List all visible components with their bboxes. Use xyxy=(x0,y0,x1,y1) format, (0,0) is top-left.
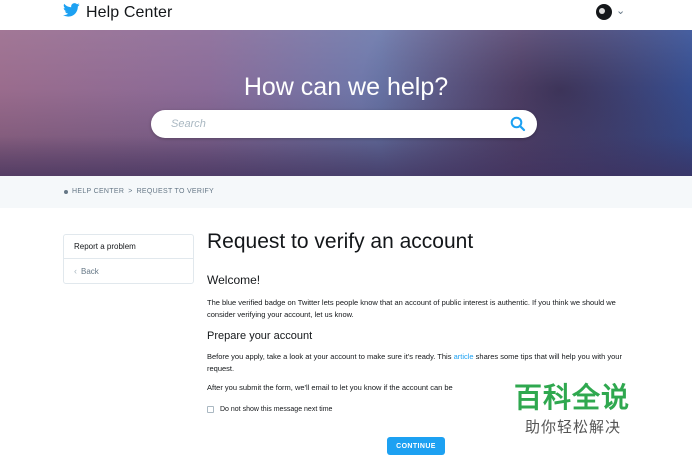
article-link[interactable]: article xyxy=(454,352,474,361)
hero-photo-bottom xyxy=(0,136,692,176)
globe-icon[interactable] xyxy=(596,4,612,20)
prepare-heading: Prepare your account xyxy=(207,330,313,342)
breadcrumb-bar: HELP CENTER > REQUEST TO VERIFY xyxy=(0,176,692,208)
chevron-left-icon: ‹ xyxy=(74,266,77,276)
brand-text: Help Center xyxy=(86,3,173,21)
breadcrumb-current[interactable]: REQUEST TO VERIFY xyxy=(137,188,214,195)
sidebar-item-report-problem[interactable]: Report a problem xyxy=(64,235,193,259)
breadcrumb-separator: > xyxy=(128,188,133,195)
hero-banner: How can we help? xyxy=(0,30,692,176)
watermark-subtitle: 助你轻松解决 xyxy=(525,419,622,436)
watermark: 百科全说 助你轻松解决 xyxy=(514,376,654,444)
top-bar: Help Center ⌄ xyxy=(0,0,692,30)
home-icon xyxy=(64,189,68,194)
prepare-text-before: Before you apply, take a look at your ac… xyxy=(207,352,454,361)
chevron-down-icon[interactable]: ⌄ xyxy=(616,4,625,17)
prepare-text: Before you apply, take a look at your ac… xyxy=(207,351,627,375)
intro-text: The blue verified badge on Twitter lets … xyxy=(207,298,616,319)
brand-link[interactable]: Help Center xyxy=(63,3,172,22)
sidebar-item-back[interactable]: ‹ Back xyxy=(64,259,193,283)
breadcrumb-home[interactable]: HELP CENTER xyxy=(72,188,124,195)
main-content: Request to verify an account Welcome! Th… xyxy=(207,230,627,413)
sidebar-item-label: Report a problem xyxy=(74,242,136,251)
search-box[interactable] xyxy=(151,110,537,138)
search-input[interactable] xyxy=(171,115,501,133)
watermark-title: 百科全说 xyxy=(514,382,631,413)
continue-button[interactable]: CONTINUE xyxy=(387,437,445,455)
sidebar-item-label: Back xyxy=(81,266,99,276)
dont-show-row[interactable]: Do not show this message next time xyxy=(207,406,332,413)
page-title: Request to verify an account xyxy=(207,230,474,253)
search-icon[interactable] xyxy=(509,115,527,133)
twitter-bird-icon xyxy=(63,3,80,22)
dont-show-checkbox[interactable] xyxy=(207,406,214,413)
sidebar: Report a problem ‹ Back xyxy=(63,234,194,284)
hero-title: How can we help? xyxy=(243,73,449,101)
dont-show-label: Do not show this message next time xyxy=(220,406,333,413)
breadcrumb: HELP CENTER > REQUEST TO VERIFY xyxy=(64,188,214,195)
welcome-heading: Welcome! xyxy=(207,273,261,287)
